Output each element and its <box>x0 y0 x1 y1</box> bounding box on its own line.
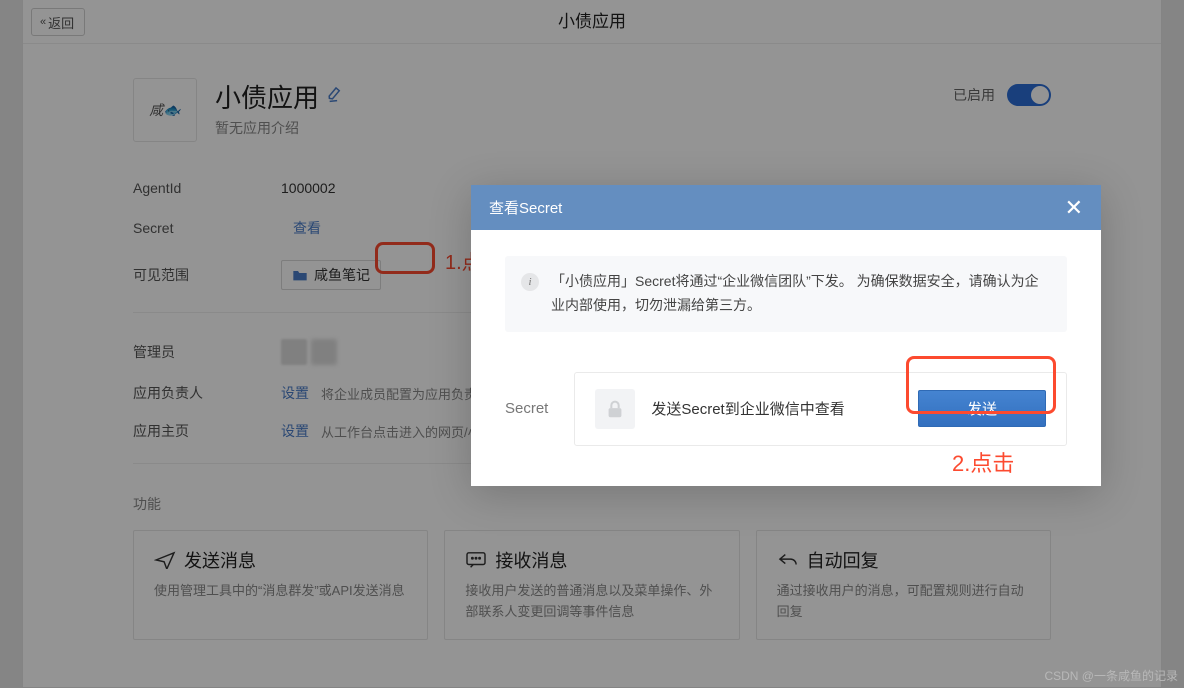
annotation-text-2: 2.点击 <box>952 446 1014 478</box>
modal-title: 查看Secret <box>489 197 562 218</box>
modal-secret-label: Secret <box>505 400 548 417</box>
lock-icon <box>595 389 635 429</box>
info-icon: i <box>521 273 539 291</box>
modal-notice: i 「小债应用」Secret将通过“企业微信团队”下发。 为确保数据安全，请确认… <box>505 256 1067 332</box>
close-icon[interactable]: ✕ <box>1065 195 1083 221</box>
annotation-highlight-2 <box>906 356 1056 414</box>
modal-notice-text: 「小债应用」Secret将通过“企业微信团队”下发。 为确保数据安全，请确认为企… <box>551 270 1051 318</box>
modal-secret-text: 发送Secret到企业微信中查看 <box>651 398 844 419</box>
watermark: CSDN @一条咸鱼的记录 <box>1044 667 1178 684</box>
view-secret-modal: 查看Secret ✕ i 「小债应用」Secret将通过“企业微信团队”下发。 … <box>471 185 1101 486</box>
